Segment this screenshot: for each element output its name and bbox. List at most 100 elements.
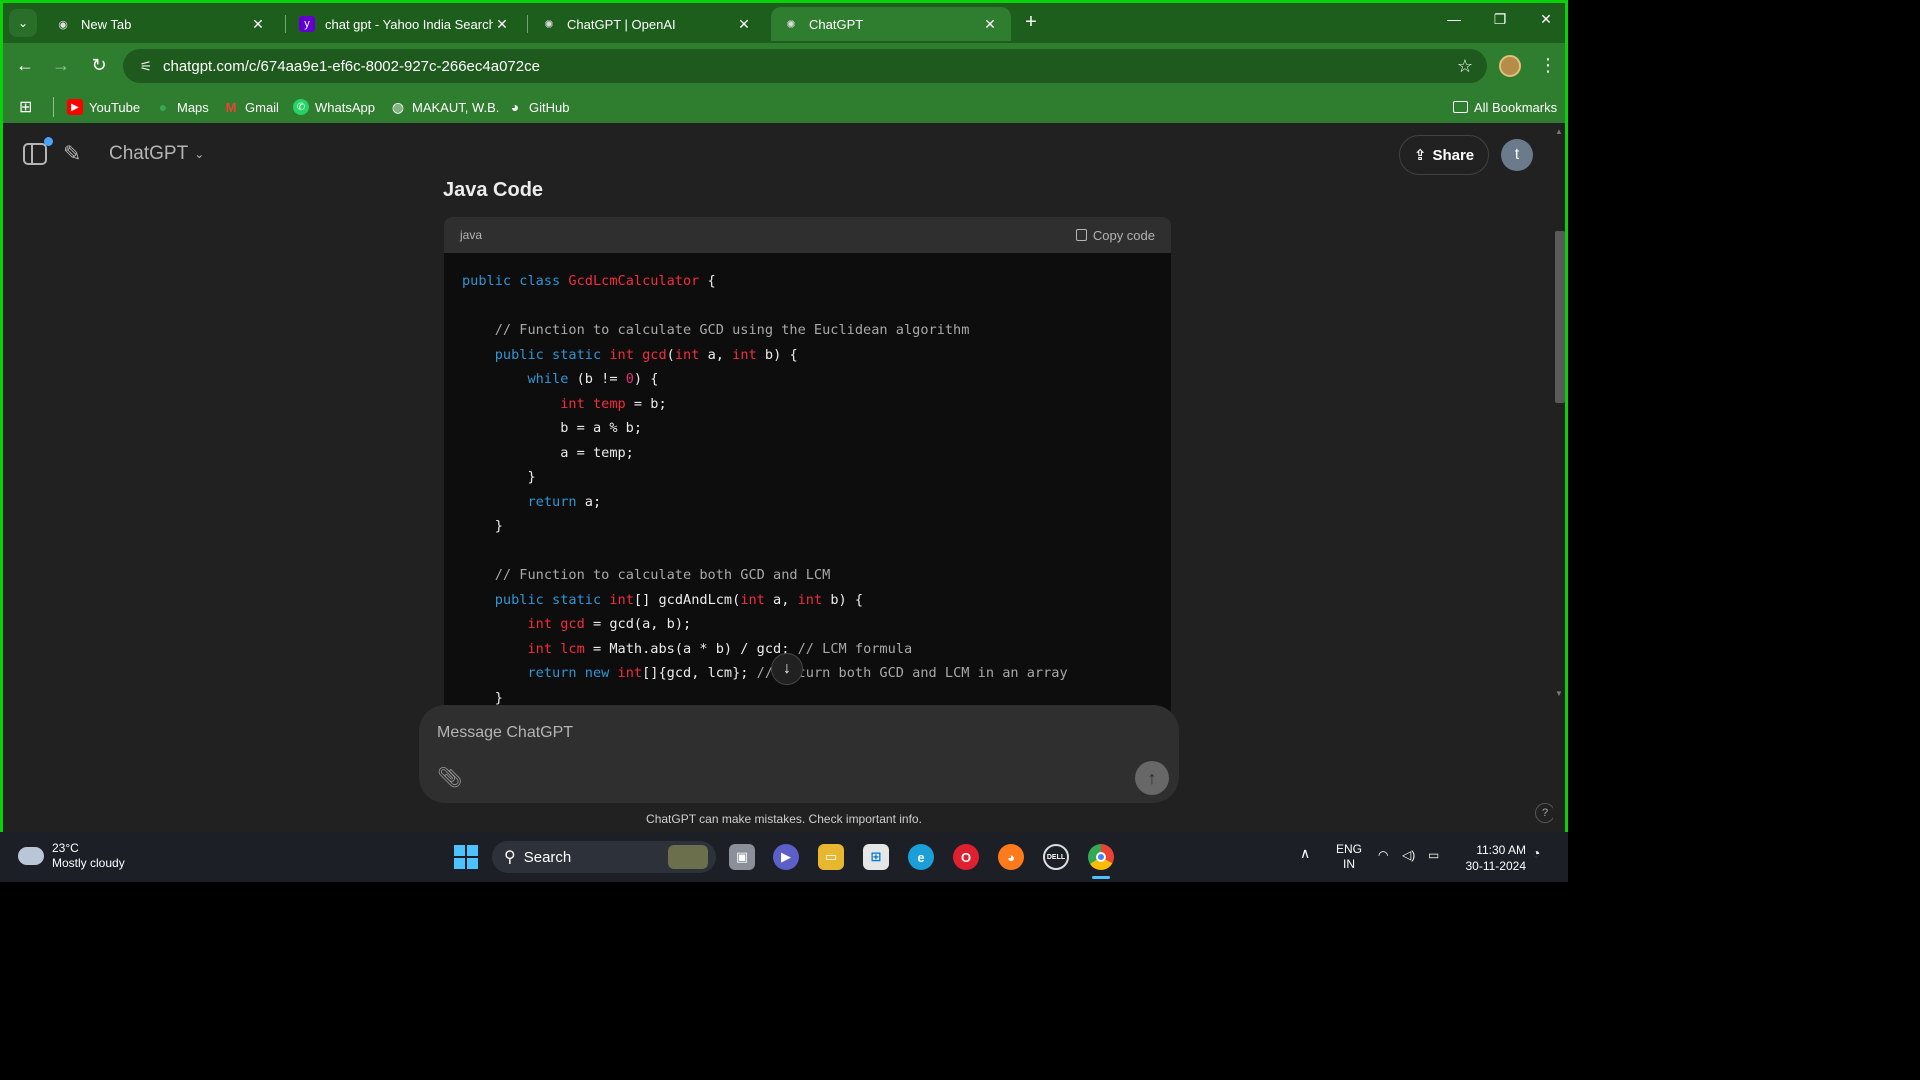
upload-icon: ⇪: [1413, 147, 1427, 164]
scrollbar-thumb[interactable]: [1555, 231, 1565, 403]
tab-title: ChatGPT | OpenAI: [567, 16, 676, 32]
tab-divider: [285, 15, 286, 33]
profile-avatar[interactable]: [1499, 55, 1521, 77]
reload-button[interactable]: ↻: [87, 55, 111, 76]
scroll-to-bottom-button[interactable]: ↓: [771, 653, 803, 685]
restore-button[interactable]: ❐: [1485, 11, 1515, 28]
tab-divider: [527, 15, 528, 33]
browser-toolbar: ← → ↻ ⚟ chatgpt.com/c/674aa9e1-ef6c-8002…: [3, 43, 1565, 91]
tab-yahoo-search[interactable]: y chat gpt - Yahoo India Search R ✕: [287, 7, 523, 41]
file-explorer-icon[interactable]: ▭: [818, 844, 844, 870]
chrome-icon[interactable]: [1088, 844, 1114, 870]
browser-window: ⌄ ◉ New Tab ✕ y chat gpt - Yahoo India S…: [0, 0, 1568, 882]
close-icon[interactable]: ✕: [735, 16, 753, 33]
firefox-icon[interactable]: ◕: [998, 844, 1024, 870]
dell-icon[interactable]: DELL: [1043, 844, 1069, 870]
search-highlight-image: [668, 845, 708, 869]
chevron-up-icon[interactable]: ∧: [1300, 846, 1310, 861]
minimize-button[interactable]: —: [1439, 11, 1469, 27]
microsoft-store-icon[interactable]: ⊞: [863, 844, 889, 870]
share-label: Share: [1432, 146, 1475, 164]
close-icon[interactable]: ✕: [493, 16, 511, 33]
bookmark-label: MAKAUT, W.B.: [412, 99, 500, 115]
chatgpt-page: ✎ ChatGPT ⌄ ⇪ Share t Java Code java Cop…: [3, 123, 1565, 832]
weather-condition: Mostly cloudy: [52, 856, 125, 870]
bookmark-github[interactable]: ◕ GitHub: [507, 97, 570, 117]
new-tab-button[interactable]: +: [1019, 11, 1043, 34]
address-bar[interactable]: ⚟ chatgpt.com/c/674aa9e1-ef6c-8002-927c-…: [123, 49, 1487, 83]
new-chat-icon[interactable]: ✎: [63, 141, 81, 167]
tab-chatgpt-openai[interactable]: ✺ ChatGPT | OpenAI ✕: [529, 7, 765, 41]
maps-icon: ●: [158, 99, 168, 115]
gmail-icon: M: [225, 99, 237, 115]
code-content: public class GcdLcmCalculator { // Funct…: [462, 273, 1068, 706]
region-code: IN: [1343, 857, 1355, 871]
youtube-icon: ▶: [67, 99, 83, 115]
send-button[interactable]: ↑: [1135, 761, 1169, 795]
bookmark-label: Maps: [177, 99, 209, 115]
forward-button[interactable]: →: [49, 55, 73, 76]
paperclip-icon[interactable]: 📎︎: [437, 765, 462, 790]
site-info-icon[interactable]: ⚟: [131, 58, 161, 75]
tab-title: ChatGPT: [809, 16, 864, 32]
tab-title: New Tab: [81, 16, 132, 32]
bookmark-makaut[interactable]: ◍ MAKAUT, W.B.: [390, 97, 500, 117]
globe-icon: ◍: [391, 98, 405, 115]
model-selector[interactable]: ChatGPT ⌄: [109, 143, 204, 165]
github-icon: ◕: [510, 99, 520, 115]
bookmark-star-icon[interactable]: ☆: [1457, 56, 1473, 77]
apps-icon[interactable]: ⊞: [19, 97, 32, 117]
search-icon: ⚲: [504, 849, 516, 866]
bookmark-whatsapp[interactable]: ✆ WhatsApp: [293, 97, 375, 117]
edge-icon[interactable]: e: [908, 844, 934, 870]
yahoo-icon: y: [299, 16, 315, 32]
taskbar-search[interactable]: ⚲ Search: [492, 841, 716, 873]
close-icon[interactable]: ✕: [981, 16, 999, 33]
disclaimer-text: ChatGPT can make mistakes. Check importa…: [646, 812, 922, 826]
all-bookmarks-button[interactable]: All Bookmarks: [1453, 97, 1557, 117]
user-avatar[interactable]: t: [1501, 139, 1533, 171]
close-icon[interactable]: ✕: [249, 16, 267, 33]
bookmark-gmail[interactable]: M Gmail: [223, 97, 279, 117]
scroll-up-arrow[interactable]: ▲: [1555, 127, 1563, 136]
language-indicator[interactable]: ENG IN: [1334, 842, 1364, 872]
system-clock[interactable]: 11:30 AM 30-11-2024: [1450, 842, 1527, 874]
temperature: 23°C: [52, 841, 79, 855]
taskbar: 23°C Mostly cloudy ⚲ Search ▣ ▶ ▭ ⊞ e O …: [0, 832, 1568, 882]
bookmark-label: Gmail: [245, 99, 279, 115]
back-button[interactable]: ←: [13, 55, 37, 76]
page-scrollbar[interactable]: ▲ ▼: [1553, 123, 1565, 832]
scroll-down-arrow[interactable]: ▼: [1555, 689, 1563, 698]
code-language: java: [460, 228, 483, 242]
bookmark-youtube[interactable]: ▶ YouTube: [67, 97, 140, 117]
chevron-down-icon: ⌄: [194, 147, 205, 161]
weather-widget[interactable]: 23°C Mostly cloudy: [14, 841, 125, 871]
notification-icon[interactable]: ◔: [1532, 846, 1540, 861]
menu-icon[interactable]: ⋮: [1539, 55, 1557, 76]
tab-search-button[interactable]: ⌄: [9, 9, 37, 37]
task-view-icon[interactable]: ▣: [729, 844, 755, 870]
wifi-icon[interactable]: ◠: [1378, 848, 1388, 863]
copy-code-button[interactable]: Copy code: [1075, 228, 1155, 243]
globe-icon: ◉: [58, 18, 68, 31]
bookmarks-divider: [53, 97, 54, 117]
clock-time: 11:30 AM: [1476, 843, 1526, 857]
language-code: ENG: [1335, 842, 1362, 856]
help-button[interactable]: ?: [1535, 803, 1555, 823]
section-heading: Java Code: [443, 179, 544, 201]
volume-icon[interactable]: ◁): [1402, 848, 1415, 863]
share-button[interactable]: ⇪ Share: [1399, 135, 1489, 175]
code-header: java Copy code: [444, 217, 1171, 253]
windows-start-icon[interactable]: [454, 845, 478, 869]
teams-icon[interactable]: ▶: [773, 844, 799, 870]
folder-icon: [1453, 101, 1468, 113]
message-input[interactable]: [437, 719, 1137, 747]
sidebar-toggle-icon[interactable]: [23, 137, 53, 165]
tab-chatgpt[interactable]: ✺ ChatGPT ✕: [771, 7, 1011, 41]
opera-icon[interactable]: O: [953, 844, 979, 870]
battery-icon[interactable]: ▭: [1428, 848, 1439, 863]
bookmark-maps[interactable]: ● Maps: [155, 97, 209, 117]
close-window-button[interactable]: ✕: [1531, 11, 1561, 28]
model-name: ChatGPT: [109, 143, 189, 164]
tab-new-tab[interactable]: ◉ New Tab ✕: [43, 7, 279, 41]
